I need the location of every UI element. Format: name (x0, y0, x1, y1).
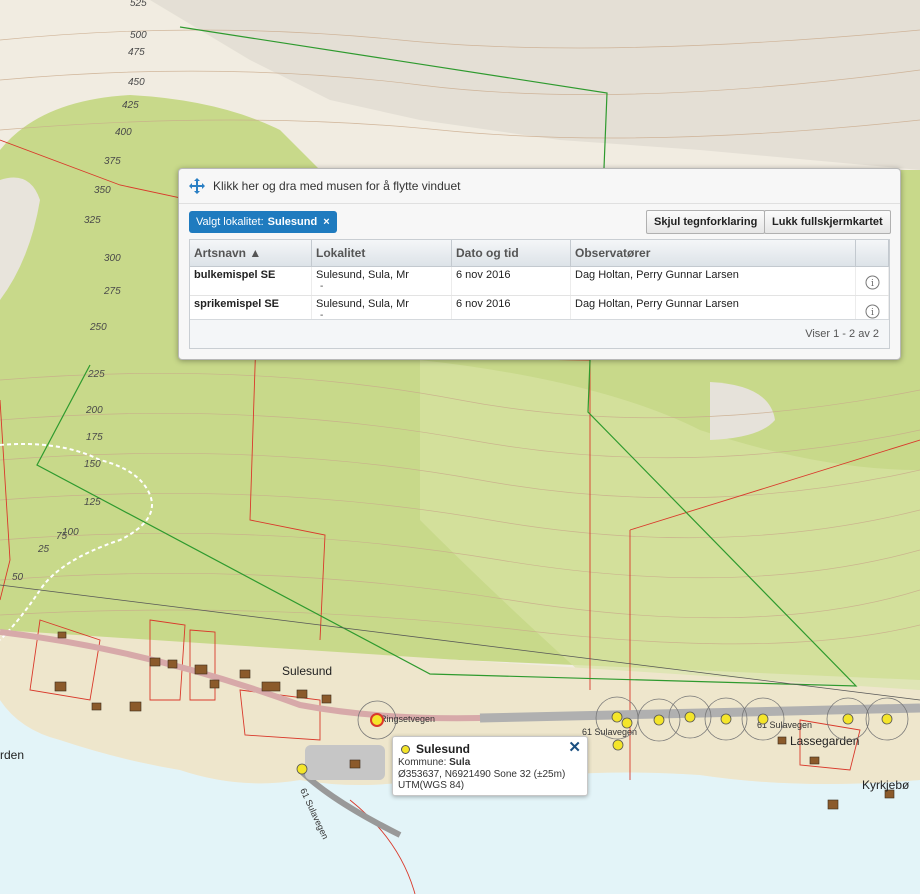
contour-label: 350 (94, 185, 111, 196)
remove-filter-icon[interactable]: × (323, 216, 329, 228)
column-header-info (856, 240, 889, 266)
contour-label: 425 (122, 100, 139, 111)
observation-marker (881, 713, 893, 725)
popup-title-text: Sulesund (416, 742, 471, 756)
kommune-label: Kommune: (398, 757, 447, 768)
contour-label: 375 (104, 156, 121, 167)
panel-header-text: Klikk her og dra med musen for å flytte … (213, 179, 461, 193)
contour-label: 300 (104, 253, 121, 264)
contour-label: 175 (86, 432, 103, 443)
close-fullscreen-button[interactable]: Lukk fullskjermkartet (764, 210, 891, 234)
contour-label: 500 (130, 30, 147, 41)
contour-label: 75 (56, 531, 68, 542)
species-cell: bulkemispel SE (190, 267, 312, 295)
observation-marker (653, 714, 665, 726)
column-header-observers[interactable]: Observatører (571, 240, 856, 266)
table-footer: Viser 1 - 2 av 2 (190, 319, 889, 348)
filter-label: Valgt lokalitet: (196, 216, 264, 228)
contour-label: 475 (128, 47, 145, 58)
popup-coordinates: Ø353637, N6921490 Sone 32 (±25m) (398, 769, 566, 780)
info-icon[interactable]: i (856, 267, 889, 295)
panel-toolbar: Valgt lokalitet: Sulesund × Skjul tegnfo… (179, 204, 900, 236)
contour-label: 250 (89, 322, 107, 333)
ferry-quay (305, 745, 385, 780)
observation-marker (621, 717, 633, 729)
observation-results-panel[interactable]: Klikk her og dra med musen for å flytte … (178, 168, 901, 360)
observation-marker (720, 713, 732, 725)
observation-marker (842, 713, 854, 725)
locality-cell: Sulesund, Sula, Mr - (312, 267, 452, 295)
info-circle-icon[interactable]: i (865, 304, 880, 319)
panel-drag-handle[interactable]: Klikk her og dra med musen for å flytte … (179, 169, 900, 204)
contour-label: 25 (37, 544, 50, 555)
contour-label: 150 (84, 459, 101, 470)
contour-label: 400 (115, 127, 132, 138)
observation-marker (612, 739, 624, 751)
locality-sub: - (320, 281, 324, 292)
column-header-species[interactable]: Artsnavn ▲ (190, 240, 312, 266)
contour-label: 125 (84, 497, 101, 508)
observation-marker (611, 711, 623, 723)
svg-text:i: i (871, 279, 874, 289)
column-header-locality[interactable]: Lokalitet (312, 240, 452, 266)
popup-kommune: Kommune: Sula (398, 757, 470, 768)
contour-label: 200 (85, 405, 103, 416)
svg-text:i: i (871, 308, 874, 318)
locality-popup[interactable]: Sulesund ✕ Kommune: Sula Ø353637, N69214… (392, 736, 588, 796)
contour-label: 325 (84, 215, 101, 226)
hide-legend-button[interactable]: Skjul tegnforklaring (646, 210, 766, 234)
locality-text: Sulesund, Sula, Mr (316, 269, 409, 281)
contour-label: 225 (87, 369, 105, 380)
move-icon (189, 178, 205, 194)
popup-datum: UTM(WGS 84) (398, 780, 465, 791)
popup-close-icon[interactable]: ✕ (568, 738, 581, 756)
observation-marker (296, 763, 308, 775)
kommune-value: Sula (449, 757, 471, 768)
contour-label: 525 (130, 0, 147, 9)
contour-label: 50 (12, 572, 24, 583)
contour-label: 275 (103, 286, 121, 297)
filter-value: Sulesund (267, 216, 318, 228)
place-label-sulesund: Sulesund (282, 664, 332, 678)
observers-cell: Dag Holtan, Perry Gunnar Larsen (571, 267, 856, 295)
place-label-lassegarden: Lassegarden (790, 734, 859, 748)
marker-dot-icon (401, 744, 410, 754)
observation-marker (684, 711, 696, 723)
popup-title: Sulesund (401, 742, 470, 756)
table-header: Artsnavn ▲ Lokalitet Dato og tid Observa… (190, 240, 889, 267)
locality-text: Sulesund, Sula, Mr (316, 298, 409, 310)
paging-info: Viser 1 - 2 av 2 (805, 328, 879, 340)
date-cell: 6 nov 2016 (452, 267, 571, 295)
column-header-date[interactable]: Dato og tid (452, 240, 571, 266)
results-table: Artsnavn ▲ Lokalitet Dato og tid Observa… (189, 239, 890, 349)
contour-label: 450 (128, 77, 145, 88)
road-label-ringsetvegen: Ringsetvegen (380, 714, 435, 724)
locality-filter-chip[interactable]: Valgt lokalitet: Sulesund × (189, 211, 337, 233)
observation-marker (757, 713, 769, 725)
place-label-garden: rden (0, 748, 24, 762)
observation-marker-selected (370, 713, 384, 727)
info-circle-icon[interactable]: i (865, 275, 880, 290)
place-label-kyrkjebo: Kyrkjebø (862, 778, 910, 792)
table-row[interactable]: bulkemispel SE Sulesund, Sula, Mr - 6 no… (190, 267, 889, 296)
